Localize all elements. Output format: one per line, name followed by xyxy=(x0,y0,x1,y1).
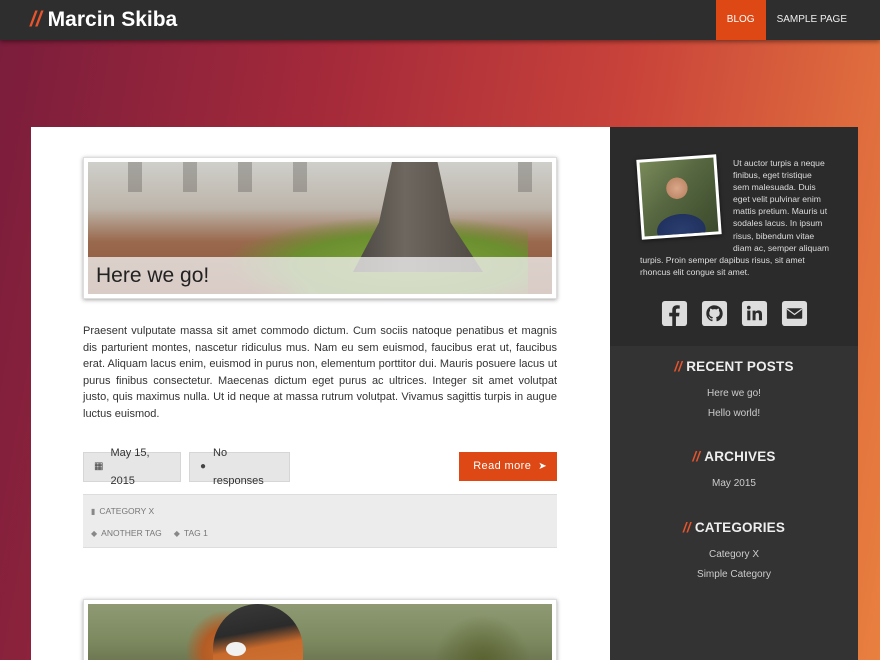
about-widget: Ut auctor turpis a neque finibus, eget t… xyxy=(610,127,858,346)
tag-link[interactable]: ◆ ANOTHER TAG xyxy=(91,528,162,538)
archives-list: May 2015 xyxy=(610,474,858,494)
category-text: CATEGORY X xyxy=(99,506,155,516)
post-excerpt: Praesent vulputate massa sit amet commod… xyxy=(83,325,557,420)
brand-slashes: // xyxy=(30,8,42,31)
read-more-label: Read more xyxy=(473,460,532,472)
archives-widget: //ARCHIVES May 2015 xyxy=(610,449,858,494)
top-navbar: // Marcin Skiba BLOG SAMPLE PAGE xyxy=(0,0,880,40)
categories-list: Category X Simple Category xyxy=(610,545,858,584)
social-links xyxy=(610,299,858,327)
nav-item-blog[interactable]: BLOG xyxy=(715,0,766,40)
tag-text: TAG 1 xyxy=(183,528,208,538)
category-line: ▮ CATEGORY X xyxy=(91,502,549,520)
linkedin-icon[interactable] xyxy=(740,299,768,327)
widget-title: //RECENT POSTS xyxy=(610,359,858,374)
arrow-right-icon: ➤ xyxy=(538,461,547,472)
facebook-icon[interactable] xyxy=(660,299,688,327)
site-brand-link[interactable]: // Marcin Skiba xyxy=(30,8,177,32)
widget-title: //ARCHIVES xyxy=(610,449,858,464)
widget-title-text: RECENT POSTS xyxy=(686,359,794,374)
post-meta: ▦ May 15, 2015 ● No responses Read more … xyxy=(83,447,557,487)
recent-post-link[interactable]: Hello world! xyxy=(610,404,858,424)
post-title[interactable]: Here we go! xyxy=(88,257,552,294)
post-thumbnail[interactable] xyxy=(83,599,557,660)
read-more-button[interactable]: Read more ➤ xyxy=(459,452,557,481)
post-responses[interactable]: ● No responses xyxy=(189,447,290,487)
post-taxonomy: ▮ CATEGORY X ◆ ANOTHER TAG ◆ TAG 1 xyxy=(83,494,557,548)
tag-text: ANOTHER TAG xyxy=(101,528,162,538)
category-link[interactable]: Category X xyxy=(610,545,858,565)
widget-title-text: CATEGORIES xyxy=(694,520,786,535)
tag-link[interactable]: ◆ TAG 1 xyxy=(174,528,208,538)
post-responses-text: No responses xyxy=(213,447,264,487)
post-card: Here we go! Praesent vulputate massa sit… xyxy=(83,157,557,548)
bird-image xyxy=(88,604,552,660)
email-icon[interactable] xyxy=(780,299,808,327)
category-link[interactable]: Simple Category xyxy=(610,565,858,585)
tags-line: ◆ ANOTHER TAG ◆ TAG 1 xyxy=(91,524,549,542)
site-title: Marcin Skiba xyxy=(47,8,178,31)
title-slashes: // xyxy=(682,520,691,535)
archive-link[interactable]: May 2015 xyxy=(610,474,858,494)
github-icon[interactable] xyxy=(700,299,728,327)
main-nav: BLOG SAMPLE PAGE xyxy=(715,0,858,40)
title-slashes: // xyxy=(692,449,701,464)
nav-item-sample-page[interactable]: SAMPLE PAGE xyxy=(766,0,858,40)
tag-icon: ◆ xyxy=(173,528,180,538)
main-content: Here we go! Praesent vulputate massa sit… xyxy=(31,127,610,660)
categories-widget: //CATEGORIES Category X Simple Category xyxy=(610,520,858,584)
sidebar: Ut auctor turpis a neque finibus, eget t… xyxy=(610,127,858,660)
comments-icon: ● xyxy=(200,461,207,472)
about-text-block: Ut auctor turpis a neque finibus, eget t… xyxy=(640,157,830,278)
post-card xyxy=(83,599,557,660)
recent-post-link[interactable]: Here we go! xyxy=(610,384,858,404)
title-slashes: // xyxy=(674,359,683,374)
recent-posts-widget: //RECENT POSTS Here we go! Hello world! xyxy=(610,359,858,423)
widget-title: //CATEGORIES xyxy=(610,520,858,535)
calendar-icon: ▦ xyxy=(94,461,104,472)
widget-title-text: ARCHIVES xyxy=(704,449,776,464)
post-date-text: May 15, 2015 xyxy=(110,447,150,487)
forest-image: Here we go! xyxy=(88,162,552,294)
bookmark-icon: ▮ xyxy=(91,506,96,516)
post-thumbnail[interactable]: Here we go! xyxy=(83,157,557,299)
recent-posts-list: Here we go! Hello world! xyxy=(610,384,858,423)
post-date[interactable]: ▦ May 15, 2015 xyxy=(83,447,181,487)
category-link[interactable]: ▮ CATEGORY X xyxy=(91,506,154,516)
tag-icon: ◆ xyxy=(91,528,98,538)
